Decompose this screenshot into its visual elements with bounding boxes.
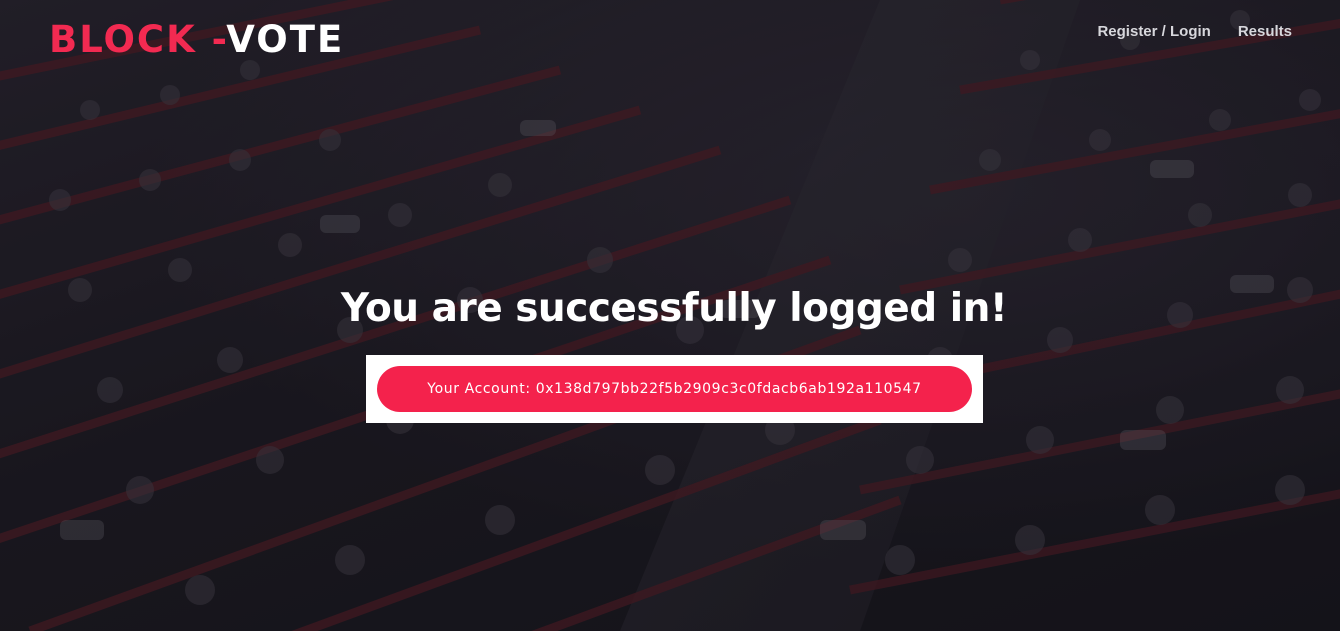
account-panel: Your Account: 0x138d797bb22f5b2909c3c0fd… [366, 355, 983, 423]
account-address-badge: Your Account: 0x138d797bb22f5b2909c3c0fd… [377, 366, 972, 412]
brand-logo[interactable]: BLOCK -VOTE [49, 18, 344, 62]
top-nav: Register / Login Results [1097, 22, 1292, 42]
page-title: You are successfully logged in! [340, 286, 1008, 331]
logo-text-vote: VOTE [226, 18, 345, 61]
nav-register-login-link[interactable]: Register / Login [1097, 22, 1210, 42]
nav-results-link[interactable]: Results [1238, 22, 1292, 42]
logo-text-block: BLOCK - [49, 18, 227, 61]
